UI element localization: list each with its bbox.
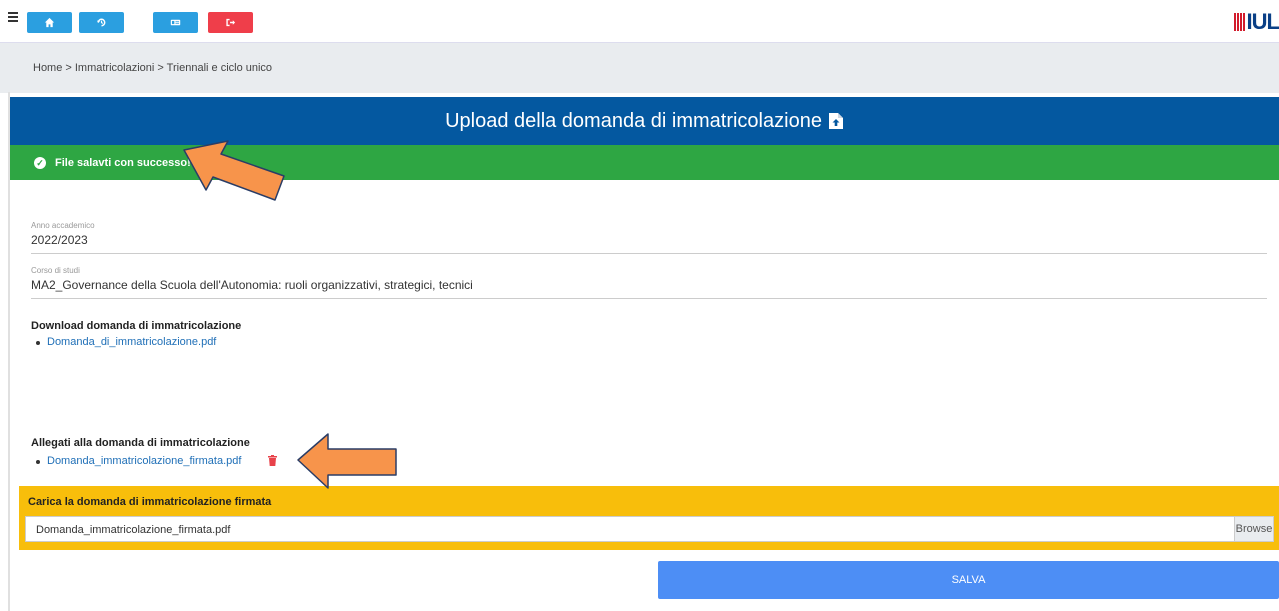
corso-studi-field: Corso di studi MA2_Governance della Scuo… — [31, 266, 1267, 299]
anno-accademico-field: Anno accademico 2022/2023 — [31, 221, 1267, 254]
check-circle-icon: ✓ — [34, 156, 46, 169]
logout-button[interactable] — [208, 12, 253, 33]
history-button[interactable] — [79, 12, 124, 33]
allegato-pdf-link[interactable]: Domanda_immatricolazione_firmata.pdf — [35, 455, 241, 467]
page-title: Upload della domanda di immatricolazione — [445, 109, 822, 132]
trash-icon[interactable] — [268, 455, 277, 466]
upload-panel: Carica la domanda di immatricolazione fi… — [19, 486, 1279, 550]
download-pdf-link[interactable]: Domanda_di_immatricolazione.pdf — [35, 336, 216, 348]
allegati-section-title: Allegati alla domanda di immatricolazion… — [31, 437, 250, 449]
browse-button[interactable]: Browse — [1234, 516, 1274, 542]
file-upload-icon — [828, 113, 843, 129]
menu-icon[interactable] — [8, 12, 18, 24]
corso-studi-label: Corso di studi — [31, 266, 80, 275]
annotation-arrow-icon — [183, 140, 285, 201]
file-input[interactable]: Domanda_immatricolazione_firmata.pdf — [25, 516, 1234, 542]
breadcrumb[interactable]: Home > Immatricolazioni > Triennali e ci… — [33, 62, 272, 74]
success-message: File salavti con successo! — [55, 156, 191, 169]
history-icon — [96, 18, 106, 27]
logout-icon — [226, 18, 236, 27]
upload-title: Carica la domanda di immatricolazione fi… — [28, 496, 272, 508]
id-card-icon — [170, 19, 181, 26]
logo: IUL — [1233, 9, 1279, 34]
logo-stripes-icon — [1233, 13, 1246, 31]
annotation-arrow-icon — [297, 433, 397, 489]
home-button[interactable] — [27, 12, 72, 33]
save-button[interactable]: SALVA — [658, 561, 1279, 599]
download-section-title: Download domanda di immatricolazione — [31, 320, 242, 332]
home-icon — [44, 17, 55, 28]
corso-studi-value: MA2_Governance della Scuola dell'Autonom… — [31, 278, 473, 292]
id-card-button[interactable] — [153, 12, 198, 33]
top-toolbar: IUL — [0, 0, 1279, 42]
anno-accademico-value: 2022/2023 — [31, 233, 88, 247]
breadcrumb-bar: Home > Immatricolazioni > Triennali e ci… — [0, 42, 1279, 93]
anno-accademico-label: Anno accademico — [31, 221, 95, 230]
